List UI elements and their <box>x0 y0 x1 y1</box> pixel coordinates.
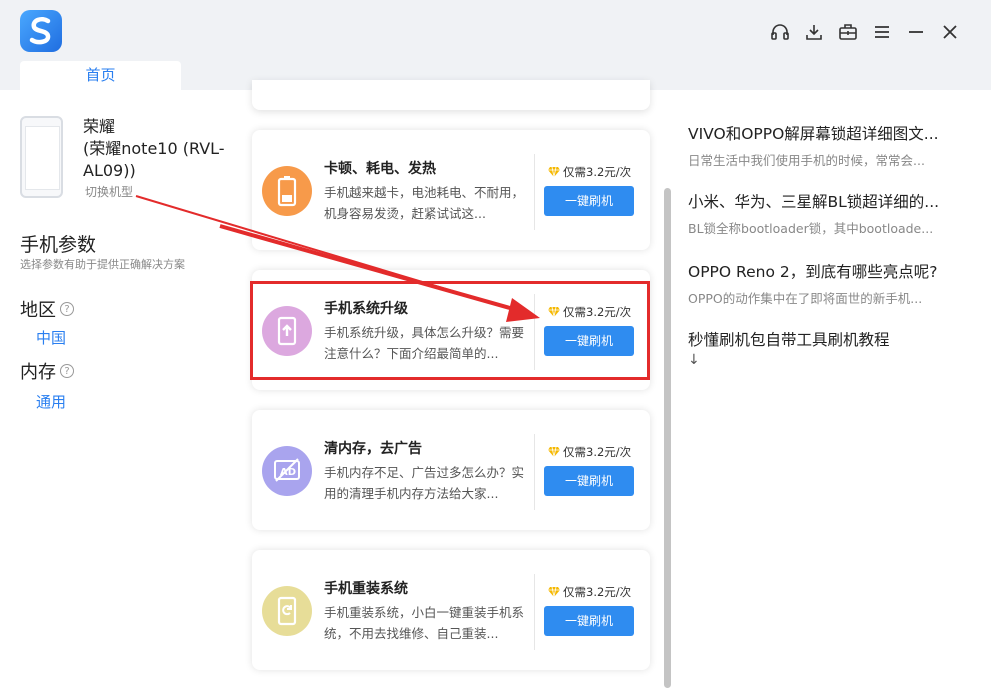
tab-home[interactable]: 首页 <box>20 61 181 90</box>
service-card: 卡顿、耗电、发热 手机越来越卡，电池耗电、不耐用，机身容易发烫，赶紧试试这...… <box>252 130 650 250</box>
app-logo <box>20 10 62 52</box>
price-text: 仅需3.2元/次 <box>563 305 632 319</box>
phone-image <box>20 116 63 198</box>
article-title[interactable]: OPPO Reno 2，到底有哪些亮点呢? <box>688 260 958 282</box>
flash-button[interactable]: 一键刷机 <box>544 186 634 216</box>
upgrade-icon <box>262 306 312 356</box>
article-item[interactable]: 秒懂刷机包自带工具刷机教程 ↓ <box>688 328 968 368</box>
article-desc: BL锁全称bootloader锁，其中bootloade... <box>688 221 934 236</box>
price-text: 仅需3.2元/次 <box>563 585 632 599</box>
article-title[interactable]: 小米、华为、三星解BL锁超详细的... <box>688 190 958 212</box>
help-icon[interactable]: ? <box>60 302 74 316</box>
card-desc: 手机重装系统，小白一键重装手机系统，不用去找维修、自己重装... <box>324 605 525 641</box>
diamond-icon <box>548 587 560 597</box>
toolbox-icon[interactable] <box>831 20 865 44</box>
device-model: (荣耀note10 (RVL-AL09)) <box>83 139 225 180</box>
diamond-icon <box>548 167 560 177</box>
card-title: 卡顿、耗电、发热 <box>324 161 436 177</box>
price-tag: 仅需3.2元/次 <box>548 444 631 460</box>
service-card: AD 清内存，去广告 手机内存不足、广告过多怎么办？实用的清理手机内存方法给大家… <box>252 410 650 530</box>
title-bar: 首页 <box>0 0 991 90</box>
card-desc: 手机系统升级，具体怎么升级？需要注意什么？下面介绍最简单的... <box>324 325 525 361</box>
switch-model-link[interactable]: 切换机型 <box>85 183 133 200</box>
device-brand: 荣耀 <box>83 117 116 136</box>
card-partial <box>252 80 650 110</box>
memory-label: 内存 ? <box>20 358 74 384</box>
service-card: 手机系统升级 手机系统升级，具体怎么升级？需要注意什么？下面介绍最简单的... … <box>252 270 650 390</box>
article-item[interactable]: OPPO Reno 2，到底有哪些亮点呢? OPPO的动作集中在了即将面世的新手… <box>688 260 968 307</box>
article-item[interactable]: 小米、华为、三星解BL锁超详细的... BL锁全称bootloader锁，其中b… <box>688 190 968 237</box>
price-tag: 仅需3.2元/次 <box>548 584 631 600</box>
window-controls <box>763 20 967 44</box>
main-panel: 荣耀 (荣耀note10 (RVL-AL09)) 切换机型 手机参数 选择参数有… <box>0 80 991 693</box>
memory-value[interactable]: 通用 <box>36 391 66 412</box>
card-title: 手机系统升级 <box>324 301 408 317</box>
ad-block-icon: AD <box>262 446 312 496</box>
memory-label-text: 内存 <box>20 362 56 383</box>
price-text: 仅需3.2元/次 <box>563 165 632 179</box>
article-title[interactable]: VIVO和OPPO解屏幕锁超详细图文... <box>688 122 958 144</box>
menu-icon[interactable] <box>865 20 899 44</box>
article-desc: 日常生活中我们使用手机的时候，常常会... <box>688 153 925 168</box>
card-desc: 手机内存不足、广告过多怎么办？实用的清理手机内存方法给大家... <box>324 465 525 501</box>
download-icon[interactable] <box>797 20 831 44</box>
article-desc: OPPO的动作集中在了即将面世的新手机... <box>688 291 923 306</box>
battery-icon <box>262 166 312 216</box>
card-title: 清内存，去广告 <box>324 441 422 457</box>
price-tag: 仅需3.2元/次 <box>548 164 631 180</box>
params-title: 手机参数 <box>20 234 97 256</box>
price-tag: 仅需3.2元/次 <box>548 304 631 320</box>
minimize-icon[interactable] <box>899 20 933 44</box>
help-icon[interactable]: ? <box>60 364 74 378</box>
headset-icon[interactable] <box>763 20 797 44</box>
service-card: 手机重装系统 手机重装系统，小白一键重装手机系统，不用去找维修、自己重装... … <box>252 550 650 670</box>
region-label-text: 地区 <box>20 300 56 321</box>
scrollbar-thumb[interactable] <box>664 188 671 688</box>
flash-button[interactable]: 一键刷机 <box>544 606 634 636</box>
card-title: 手机重装系统 <box>324 581 408 597</box>
region-label: 地区 ? <box>20 296 74 322</box>
flash-button[interactable]: 一键刷机 <box>544 326 634 356</box>
arrow-down-icon: ↓ <box>688 352 700 368</box>
params-subtitle: 选择参数有助于提供正确解决方案 <box>20 258 185 271</box>
divider <box>534 434 535 510</box>
divider <box>534 154 535 230</box>
close-icon[interactable] <box>933 20 967 44</box>
flash-button[interactable]: 一键刷机 <box>544 466 634 496</box>
price-text: 仅需3.2元/次 <box>563 445 632 459</box>
reinstall-icon <box>262 586 312 636</box>
diamond-icon <box>548 447 560 457</box>
article-title[interactable]: 秒懂刷机包自带工具刷机教程 <box>688 328 958 350</box>
divider <box>534 294 535 370</box>
diamond-icon <box>548 307 560 317</box>
divider <box>534 574 535 650</box>
card-desc: 手机越来越卡，电池耗电、不耐用，机身容易发烫，赶紧试试这... <box>324 185 525 221</box>
article-item[interactable]: VIVO和OPPO解屏幕锁超详细图文... 日常生活中我们使用手机的时候，常常会… <box>688 122 968 169</box>
region-value[interactable]: 中国 <box>36 327 66 348</box>
